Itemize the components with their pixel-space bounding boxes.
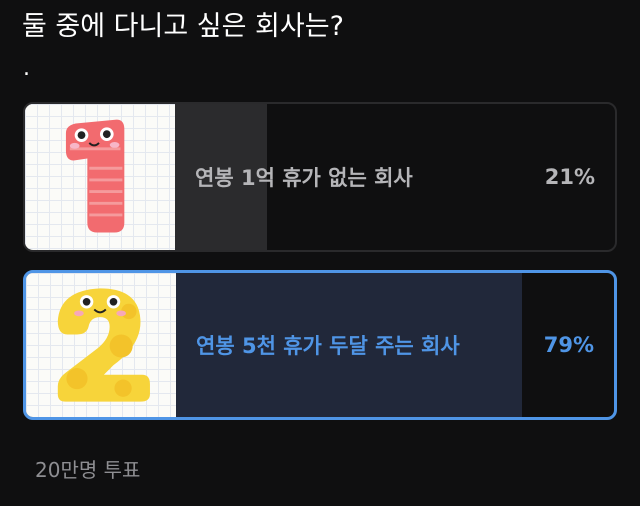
poll-option-2[interactable]: 연봉 5천 휴가 두달 주는 회사 79% [23,270,617,420]
option-1-image [25,104,175,250]
poll-option-1[interactable]: 연봉 1억 휴가 없는 회사 21% [23,102,617,252]
vote-count: 20만명 투표 [35,458,141,482]
option-1-percent: 21% [544,165,595,189]
option-2-percent: 79% [543,333,594,357]
number-one-character-icon [65,119,125,233]
option-2-label: 연봉 5천 휴가 두달 주는 회사 [196,334,460,358]
option-2-image [26,273,176,417]
poll-dot-text: . [23,56,30,81]
option-1-label: 연봉 1억 휴가 없는 회사 [195,166,413,190]
number-two-character-icon [57,288,150,402]
poll-question: 둘 중에 다니고 싶은 회사는? [22,11,344,42]
